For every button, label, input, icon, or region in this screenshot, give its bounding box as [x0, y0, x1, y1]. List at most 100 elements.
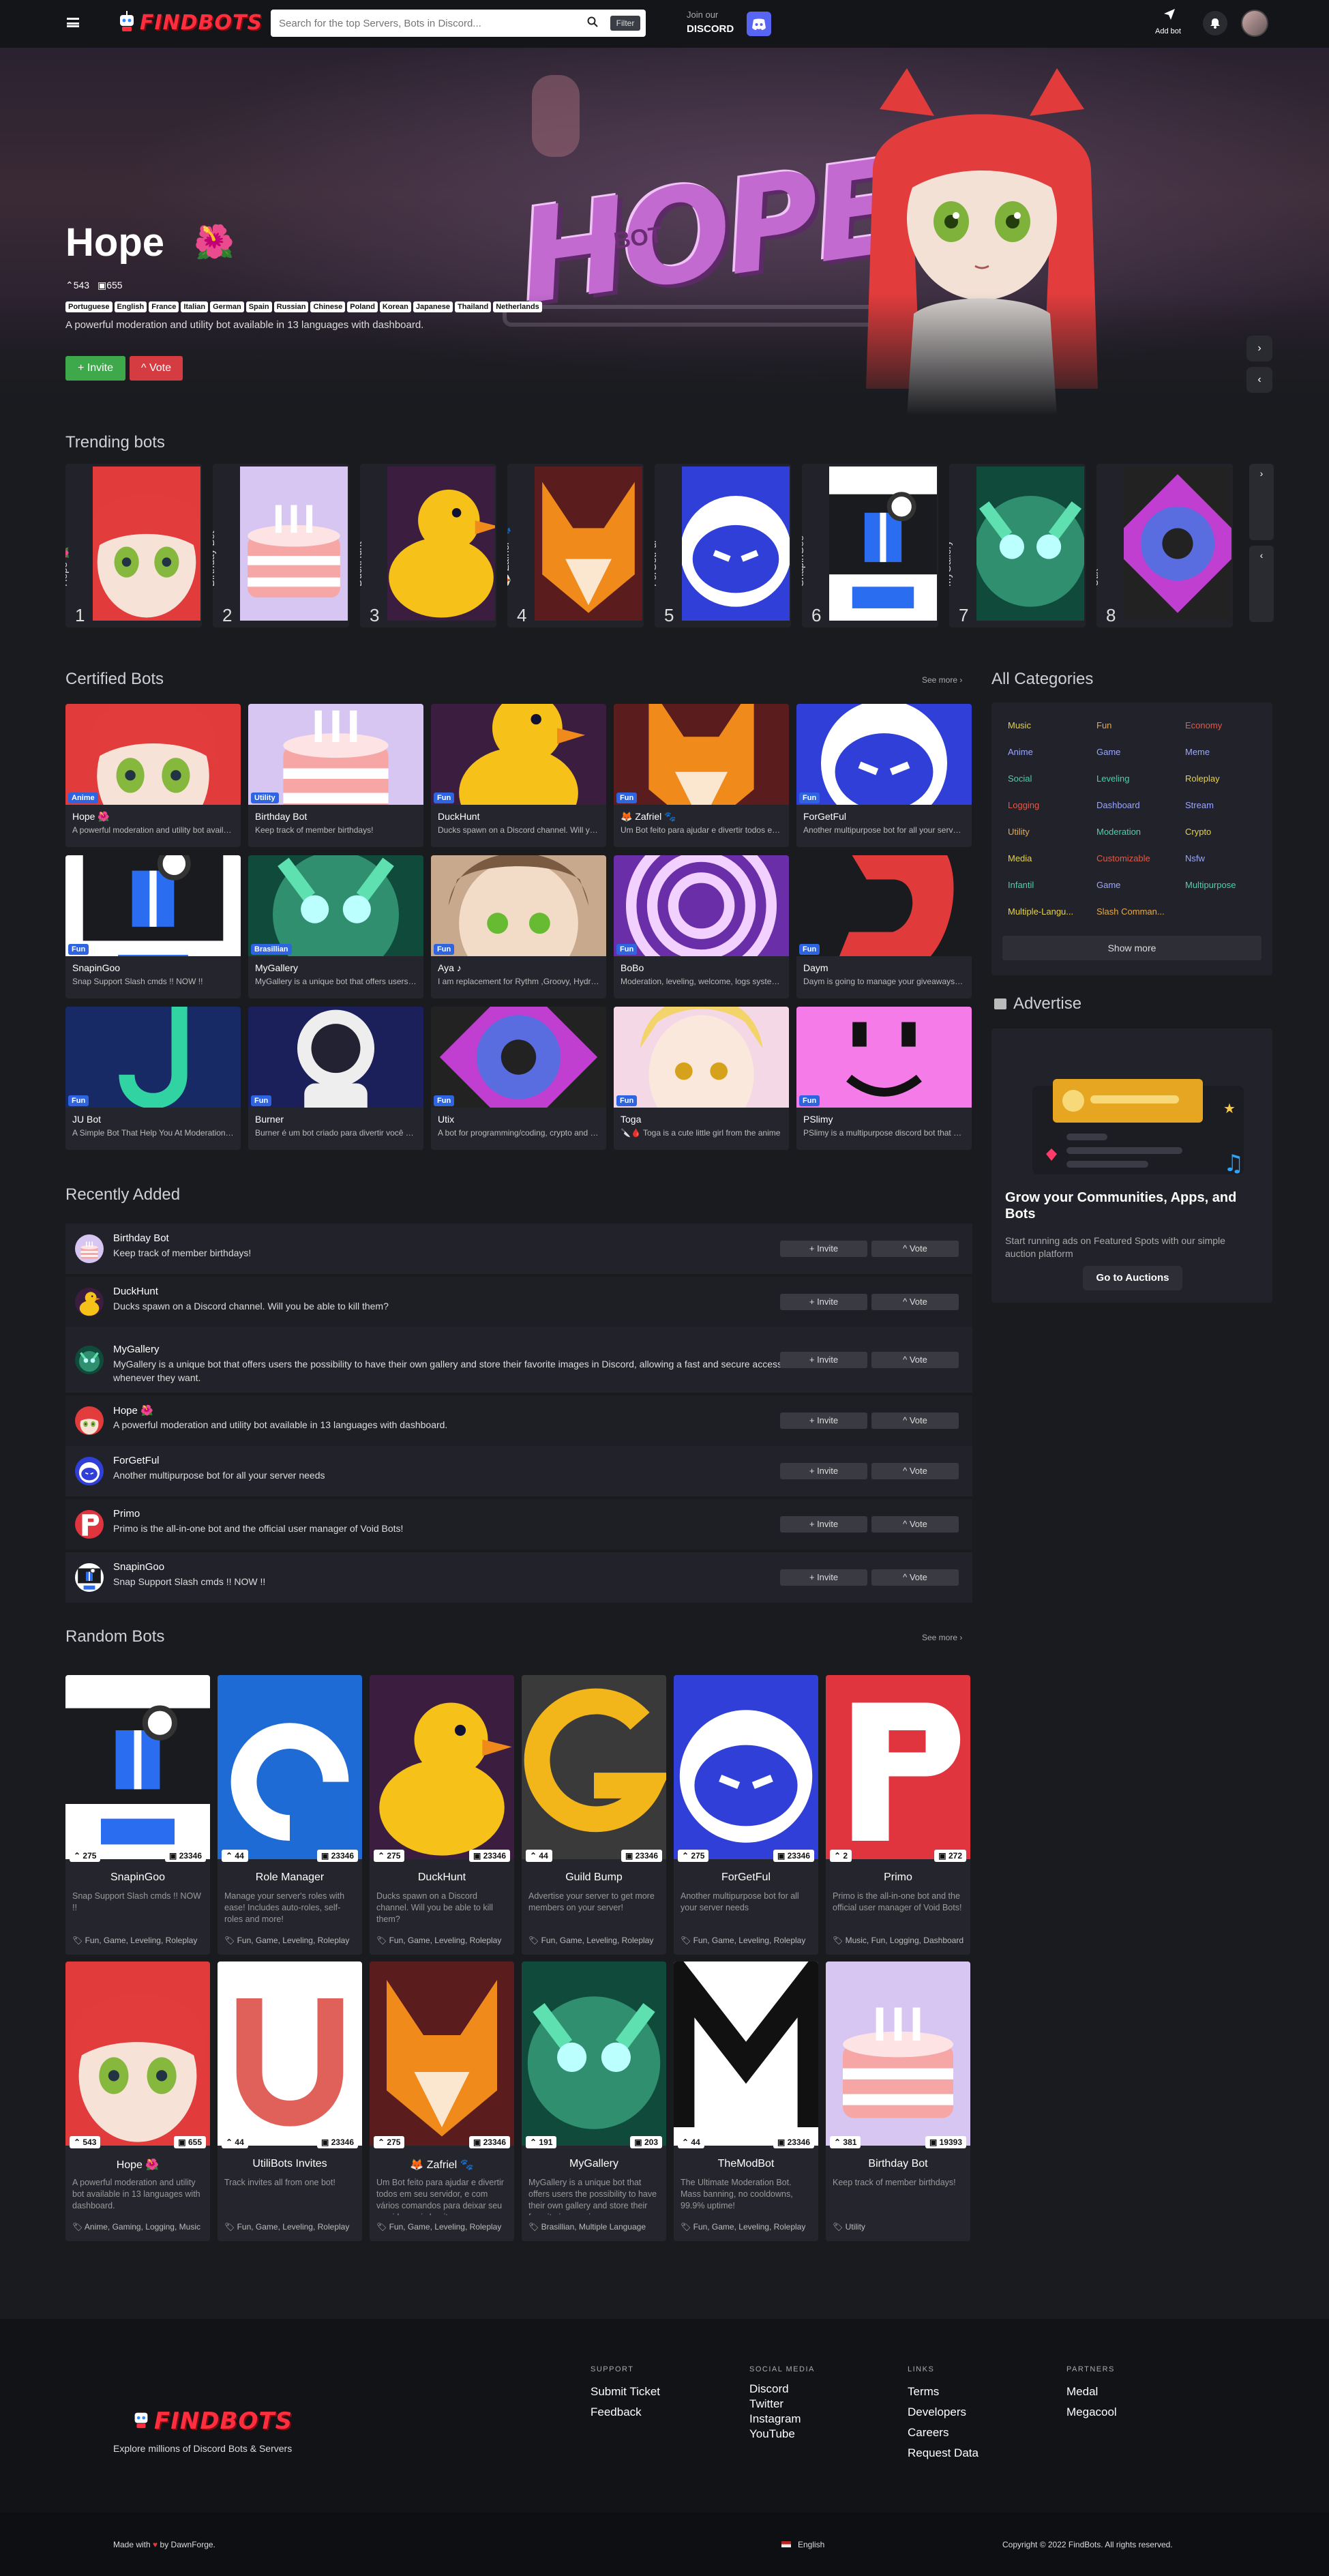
certified-bot-card[interactable]: Fun 🦊 Zafriel 🐾 Um Bot feito para ajudar e…	[614, 704, 789, 847]
category-link[interactable]: Logging	[1008, 800, 1039, 810]
category-link[interactable]: Utility	[1008, 827, 1030, 837]
footer-link[interactable]: Discord	[749, 2382, 789, 2397]
vote-button[interactable]: ^ Vote	[871, 1412, 959, 1429]
random-bot-card[interactable]: ⌃ 543 ▣ 655 Hope 🌺 A powerful moderation an…	[65, 1961, 210, 2241]
category-link[interactable]: Crypto	[1185, 827, 1211, 837]
recent-bot-row[interactable]: Primo Primo is the all-in-one bot and the…	[65, 1499, 972, 1550]
random-bot-card[interactable]: ⌃ 275 ▣ 23346 ForGetFul Another multipurpos…	[674, 1675, 818, 1955]
category-link[interactable]: Moderation	[1096, 827, 1141, 837]
show-more-categories-button[interactable]: Show more	[1002, 936, 1261, 960]
search-icon[interactable]	[587, 16, 598, 31]
random-bot-card[interactable]: ⌃ 44 ▣ 23346 UtiliBots Invites Track invite…	[218, 1961, 362, 2241]
certified-bot-card[interactable]: Fun PSlimy PSlimy is a multipurpose discor…	[796, 1007, 972, 1150]
random-bot-card[interactable]: ⌃ 44 ▣ 23346 Guild Bump Advertise your serv…	[522, 1675, 666, 1955]
category-link[interactable]: Music	[1008, 720, 1031, 730]
random-bot-card[interactable]: ⌃ 2 ▣ 272 Primo Primo is the all-in-one bot…	[826, 1675, 970, 1955]
certified-bot-card[interactable]: Fun JU Bot A Simple Bot That Help You At M…	[65, 1007, 241, 1150]
vote-button[interactable]: ^ Vote	[871, 1516, 959, 1533]
bot-name[interactable]: DuckHunt	[113, 1286, 158, 1297]
category-link[interactable]: Social	[1008, 773, 1032, 784]
send-icon[interactable]	[1163, 8, 1176, 24]
category-link[interactable]: Media	[1008, 853, 1032, 863]
hero-next-button[interactable]: ›	[1246, 336, 1272, 361]
certified-bot-card[interactable]: Fun BoBo Moderation, leveling, welcome, lo…	[614, 855, 789, 998]
random-bot-card[interactable]: ⌃ 275 ▣ 23346 🦊 Zafriel 🐾 Um Bot feito para…	[370, 1961, 514, 2241]
footer-link[interactable]: Megacool	[1066, 2405, 1117, 2420]
category-link[interactable]: Multiple-Langu...	[1008, 906, 1073, 917]
category-link[interactable]: Leveling	[1096, 773, 1129, 784]
bot-name[interactable]: Hope 🌺	[113, 1404, 153, 1417]
invite-button[interactable]: + Invite	[780, 1294, 867, 1310]
trending-card[interactable]: DuckHunt 3	[360, 464, 496, 627]
random-bot-card[interactable]: ⌃ 275 ▣ 23346 DuckHunt Ducks spawn on a Dis…	[370, 1675, 514, 1955]
trending-card[interactable]: SnapinGoo 6	[802, 464, 938, 627]
trending-card[interactable]: Utix 8	[1096, 464, 1233, 627]
category-link[interactable]: Game	[1096, 747, 1120, 757]
category-link[interactable]: Infantil	[1008, 880, 1034, 890]
category-link[interactable]: Game	[1096, 880, 1120, 890]
user-avatar[interactable]	[1241, 10, 1268, 37]
discord-icon[interactable]	[747, 12, 771, 36]
hero-prev-button[interactable]: ‹	[1246, 367, 1272, 393]
footer-link[interactable]: Feedback	[591, 2405, 642, 2420]
certified-bot-card[interactable]: Fun Utix A bot for programming/coding, cry…	[431, 1007, 606, 1150]
vote-button[interactable]: ^ Vote	[871, 1241, 959, 1257]
trending-prev-button[interactable]: ‹	[1249, 546, 1274, 622]
hero-invite-button[interactable]: + Invite	[65, 356, 125, 381]
footer-link[interactable]: Twitter	[749, 2397, 783, 2412]
random-bot-card[interactable]: ⌃ 44 ▣ 23346 TheModBot The Ultimate Moderat…	[674, 1961, 818, 2241]
category-link[interactable]: Multipurpose	[1185, 880, 1236, 890]
footer-link[interactable]: Request Data	[908, 2446, 979, 2461]
category-link[interactable]: Roleplay	[1185, 773, 1220, 784]
random-see-more-link[interactable]: See more ›	[922, 1633, 962, 1642]
bot-name[interactable]: SnapinGoo	[113, 1561, 164, 1573]
certified-bot-card[interactable]: Fun ForGetFul Another multipurpose bot for…	[796, 704, 972, 847]
category-link[interactable]: Anime	[1008, 747, 1033, 757]
trending-card[interactable]: MyGallery 7	[949, 464, 1086, 627]
footer-brand-logo[interactable]: FINDBOTS	[154, 2408, 293, 2435]
recent-bot-row[interactable]: DuckHunt Ducks spawn on a Discord channel…	[65, 1277, 972, 1327]
vote-button[interactable]: ^ Vote	[871, 1352, 959, 1368]
certified-bot-card[interactable]: Utility Birthday Bot Keep track of member …	[248, 704, 423, 847]
certified-bot-card[interactable]: Fun Daym Daym is going to manage your give…	[796, 855, 972, 998]
brand-logo[interactable]: FINDBOTS	[140, 11, 263, 35]
category-link[interactable]: Stream	[1185, 800, 1214, 810]
invite-button[interactable]: + Invite	[780, 1463, 867, 1479]
certified-bot-card[interactable]: Anime Hope 🌺 A powerful moderation and uti…	[65, 704, 241, 847]
filter-button[interactable]: Filter	[610, 16, 640, 31]
random-bot-card[interactable]: ⌃ 44 ▣ 23346 Role Manager Manage your serve…	[218, 1675, 362, 1955]
category-link[interactable]: Meme	[1185, 747, 1210, 757]
invite-button[interactable]: + Invite	[780, 1412, 867, 1429]
category-link[interactable]: Dashboard	[1096, 800, 1140, 810]
random-bot-card[interactable]: ⌃ 191 ▣ 203 MyGallery MyGallery is a unique…	[522, 1961, 666, 2241]
certified-bot-card[interactable]: Fun Toga 🔪🩸 Toga is a cute little girl fro…	[614, 1007, 789, 1150]
random-bot-card[interactable]: ⌃ 275 ▣ 23346 SnapinGoo Snap Support Slash …	[65, 1675, 210, 1955]
category-link[interactable]: Economy	[1185, 720, 1222, 730]
footer-link[interactable]: Careers	[908, 2425, 949, 2440]
recent-bot-row[interactable]: Hope 🌺 A powerful moderation and utility …	[65, 1395, 972, 1446]
bot-name[interactable]: Primo	[113, 1508, 140, 1520]
add-bot-link[interactable]: Add bot	[1155, 27, 1181, 35]
random-bot-card[interactable]: ⌃ 381 ▣ 19393 Birthday Bot Keep track of me…	[826, 1961, 970, 2241]
certified-bot-card[interactable]: Fun Burner Burner é um bot criado para div…	[248, 1007, 423, 1150]
bot-name[interactable]: ForGetFul	[113, 1455, 160, 1466]
vote-button[interactable]: ^ Vote	[871, 1463, 959, 1479]
footer-link[interactable]: Terms	[908, 2384, 939, 2399]
invite-button[interactable]: + Invite	[780, 1569, 867, 1586]
menu-icon[interactable]	[67, 18, 79, 27]
invite-button[interactable]: + Invite	[780, 1516, 867, 1533]
footer-link[interactable]: Instagram	[749, 2412, 801, 2427]
certified-bot-card[interactable]: Brasillian MyGallery MyGallery is a unique…	[248, 855, 423, 998]
vote-button[interactable]: ^ Vote	[871, 1294, 959, 1310]
invite-button[interactable]: + Invite	[780, 1352, 867, 1368]
certified-see-more-link[interactable]: See more ›	[922, 675, 962, 685]
footer-link[interactable]: YouTube	[749, 2427, 795, 2442]
category-link[interactable]: Slash Comman...	[1096, 906, 1165, 917]
trending-card[interactable]: Birthday Bot 2	[213, 464, 349, 627]
bell-icon[interactable]	[1203, 11, 1227, 35]
footer-link[interactable]: Submit Ticket	[591, 2384, 660, 2399]
recent-bot-row[interactable]: ForGetFul Another multipurpose bot for al…	[65, 1446, 972, 1496]
recent-bot-row[interactable]: MyGallery MyGallery is a unique bot that …	[65, 1327, 972, 1393]
recent-bot-row[interactable]: SnapinGoo Snap Support Slash cmds !! NOW …	[65, 1552, 972, 1603]
trending-card[interactable]: 🦊 Zafriel 🐾 4	[507, 464, 644, 627]
